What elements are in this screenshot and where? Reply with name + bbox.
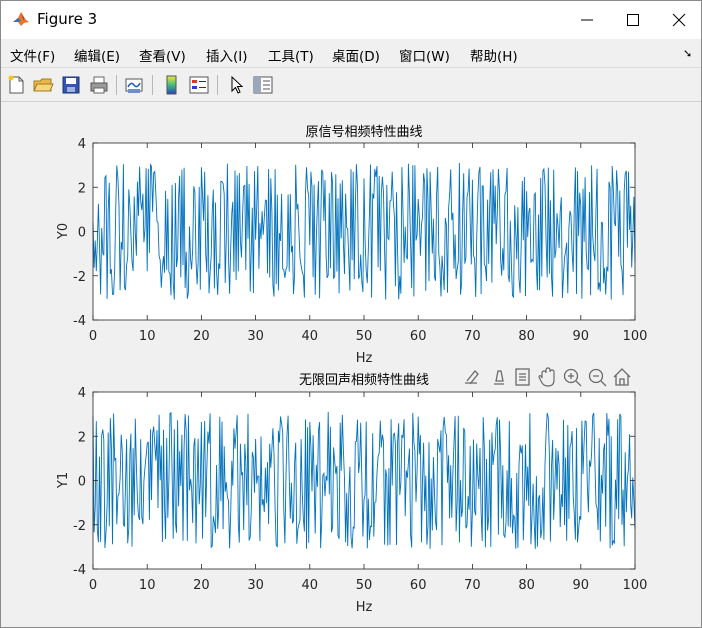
x-tick-label: 90	[573, 329, 590, 344]
toolbar-separator	[217, 75, 218, 95]
colorbar-icon[interactable]	[161, 74, 183, 96]
x-tick-label: 70	[464, 578, 481, 593]
axes-toolbar	[465, 367, 631, 387]
menu-desktop[interactable]: 桌面(D)	[332, 45, 380, 65]
axes-bottom-background	[93, 392, 635, 569]
data-cursor-icon[interactable]	[494, 370, 504, 385]
pointer-icon[interactable]	[225, 74, 247, 96]
x-tick-label: 90	[573, 578, 590, 593]
menu-file[interactable]: 文件(F)	[10, 45, 55, 65]
x-tick-label: 20	[193, 329, 210, 344]
new-figure-icon[interactable]	[5, 74, 27, 96]
open-file-icon[interactable]	[32, 74, 54, 96]
minimize-button[interactable]	[564, 1, 610, 39]
x-tick-label: 60	[410, 578, 427, 593]
x-tick-label: 40	[302, 578, 319, 593]
x-tick-label: 70	[464, 329, 481, 344]
window-title: Figure 3	[37, 10, 98, 28]
figure-toolbar	[1, 67, 701, 102]
menu-view[interactable]: 查看(V)	[139, 45, 186, 65]
close-button[interactable]	[656, 1, 701, 39]
x-tick-label: 80	[518, 578, 535, 593]
link-plot-icon[interactable]	[123, 74, 145, 96]
y-tick-label: 2	[78, 430, 86, 445]
save-icon[interactable]	[60, 74, 82, 96]
x-tick-label: 50	[356, 329, 373, 344]
dock-arrow-icon[interactable]: ➘	[683, 47, 692, 60]
x-tick-label: 30	[247, 578, 264, 593]
print-icon[interactable]	[88, 74, 110, 96]
y-tick-label: -2	[73, 270, 86, 285]
property-inspector-icon[interactable]	[252, 74, 274, 96]
x-tick-label: 0	[89, 329, 97, 344]
zoom-in-icon[interactable]	[563, 368, 582, 387]
x-tick-label: 100	[623, 329, 648, 344]
x-tick-label: 40	[302, 329, 319, 344]
menu-tools[interactable]: 工具(T)	[268, 45, 314, 65]
minimize-icon	[581, 19, 593, 21]
x-tick-label: 20	[193, 578, 210, 593]
y-tick-label: -4	[73, 563, 86, 578]
close-icon	[672, 13, 686, 27]
axes-bottom[interactable]: 0 10 20 30 40 50 60 70 80 90 100420-2-4 无限回声相频特性曲线…	[56, 373, 647, 615]
x-tick-label: 60	[410, 329, 427, 344]
x-axis-label-top: Hz	[356, 351, 373, 366]
menu-edit[interactable]: 编辑(E)	[74, 45, 120, 65]
y-axis-label-bottom: Y1	[56, 472, 71, 489]
y-tick-label: 4	[78, 386, 86, 401]
brush-icon[interactable]	[465, 370, 479, 385]
x-tick-label: 100	[623, 578, 648, 593]
plots-svg: 0 10 20 30 40 50 60 70 80 90 100420-2-4 原信号相频特性曲线 …	[56, 125, 647, 615]
chart-title-bottom: 无限回声相频特性曲线	[299, 373, 429, 388]
x-axis-label-bottom: Hz	[356, 600, 373, 615]
menu-bar: 文件(F) 编辑(E) 查看(V) 插入(I) 工具(T) 桌面(D) 窗口(W…	[1, 39, 701, 67]
menu-insert[interactable]: 插入(I)	[206, 45, 248, 65]
x-tick-label: 10	[139, 578, 156, 593]
x-tick-label: 50	[356, 578, 373, 593]
figure-canvas: 0 10 20 30 40 50 60 70 80 90 100 4 2 0 -2 -4 原信号相频特性曲线 …	[1, 102, 701, 627]
title-bar[interactable]: Figure 3	[1, 1, 701, 39]
toolbar-separator	[116, 75, 117, 95]
menu-window[interactable]: 窗口(W)	[399, 45, 450, 65]
chart-title-top: 原信号相频特性曲线	[305, 125, 422, 140]
figure-window: Figure 3 文件(F) 编辑(E) 查看(V) 插入(I) 工具(T) 桌…	[0, 0, 702, 628]
maximize-button[interactable]	[610, 1, 656, 39]
y-tick-label: -4	[73, 314, 86, 329]
y-tick-label: 0	[78, 475, 86, 490]
pan-icon[interactable]	[538, 367, 555, 387]
x-tick-label: 0	[89, 578, 97, 593]
toolbar-separator	[152, 75, 153, 95]
y-tick-label: 0	[78, 226, 86, 241]
menu-help[interactable]: 帮助(H)	[470, 45, 518, 65]
maximize-icon	[627, 14, 639, 26]
home-icon[interactable]	[613, 368, 631, 386]
y-tick-label: -2	[73, 519, 86, 534]
x-tick-label: 30	[247, 329, 264, 344]
zoom-out-icon[interactable]	[588, 368, 607, 387]
y-axis-label-top: Y0	[56, 223, 71, 240]
y-tick-label: 4	[78, 137, 86, 152]
brush-data-icon[interactable]	[515, 368, 530, 386]
matlab-logo-icon	[12, 10, 30, 28]
legend-icon[interactable]	[188, 74, 210, 96]
x-tick-label: 10	[139, 329, 156, 344]
y-tick-label: 2	[78, 181, 86, 196]
x-tick-label: 80	[518, 329, 535, 344]
axes-top[interactable]: 0 10 20 30 40 50 60 70 80 90 100420-2-4 原信号相频特性曲线 …	[56, 125, 647, 366]
